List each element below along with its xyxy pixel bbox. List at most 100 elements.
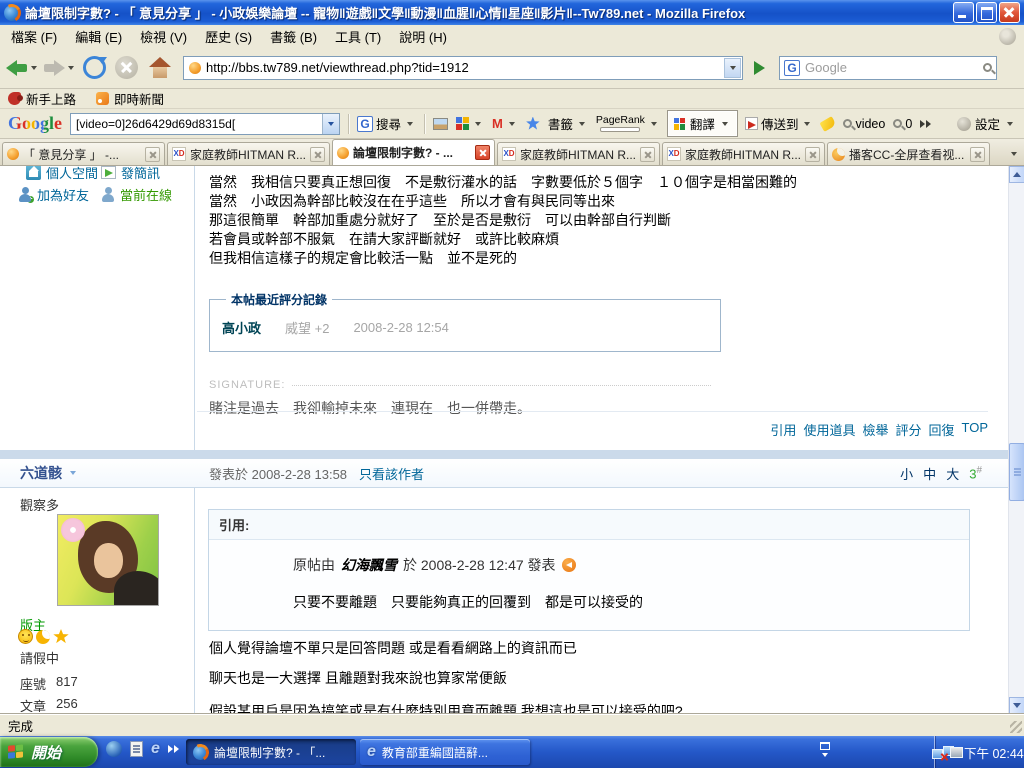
google-query-value[interactable]: [video=0]26d6429d69d8315d[ [71,117,322,131]
translate-button[interactable]: 翻譯 [668,111,737,136]
scroll-down-button[interactable] [1009,697,1024,714]
scroll-up-button[interactable] [1009,166,1024,183]
tab-close-icon[interactable] [805,147,820,162]
forward-button[interactable] [43,60,77,76]
bookmark-latest-news[interactable]: 即時新聞 [96,89,164,108]
back-button[interactable] [6,60,40,76]
gtoolbar-bookmarks-button[interactable]: 書籤 [548,114,588,133]
tab-bar: 「 意見分享 」 -... 家庭教師HITMAN R... 論壇限制字數? - … [0,139,1024,166]
star-icon [53,629,69,644]
back-dropdown-icon[interactable] [31,66,37,70]
goto-quoted-post-icon[interactable] [562,558,576,572]
rating-row: 高小政 威望 +2 2008-2-28 12:54 [222,318,708,337]
avatar[interactable] [57,514,159,606]
only-author-link[interactable]: 只看該作者 [359,464,424,483]
pagerank-label: PageRank [596,115,645,126]
url-text[interactable]: http://bbs.tw789.net/viewthread.php?tid=… [206,60,719,75]
tab-close-icon[interactable] [475,145,490,160]
notebook-button[interactable] [456,117,484,130]
tab-close-icon[interactable] [145,147,160,162]
google-query-combobox[interactable]: [video=0]26d6429d69d8315d[ [70,113,340,135]
start-button[interactable]: 開始 [0,737,98,767]
font-size-medium[interactable]: 中 [923,464,936,483]
quick-launch-document-icon[interactable] [130,741,143,757]
taskbar-toolbar-chevron[interactable] [820,742,830,757]
tab-hitman-3[interactable]: 家庭教師HITMAN R... [662,142,825,165]
report-link[interactable]: 檢舉 [862,420,888,439]
query-dropdown-button[interactable] [322,114,339,134]
taskbar-task-firefox[interactable]: 論壇限制字數? - 「... [186,739,356,765]
font-size-small[interactable]: 小 [900,464,913,483]
post-body-area: 觀察多 版主 請假中 座號 [0,488,1008,714]
send-to-button[interactable]: 傳送到 [745,114,814,133]
firefox-icon [193,745,208,760]
menu-history[interactable]: 歷史 (S) [196,25,261,48]
taskbar-task-ie[interactable]: 教育部重編國語辭... [360,739,530,765]
tab-favicon [502,147,516,161]
bookmark-getting-started[interactable]: 新手上路 [8,89,76,108]
menu-edit[interactable]: 編輯 (E) [66,25,131,48]
link-add-friend[interactable]: + 加為好友 [18,185,89,204]
find-count-button[interactable]: 0 [893,117,912,131]
tab-list-dropdown-button[interactable] [1005,143,1022,165]
maximize-button[interactable] [976,2,997,23]
font-size-large[interactable]: 大 [946,464,959,483]
address-dropdown-button[interactable] [724,58,741,78]
minimize-button[interactable] [953,2,974,23]
scrollbar-thumb[interactable] [1009,443,1024,501]
quick-launch-sphere-icon[interactable] [106,741,122,757]
bookmark-label: 即時新聞 [114,89,164,108]
tab-close-icon[interactable] [310,147,325,162]
find-word-button[interactable]: video [843,117,885,131]
close-button[interactable] [999,2,1020,23]
menu-file[interactable]: 檔案 (F) [2,25,66,48]
gmail-button[interactable] [492,116,518,131]
link-send-message[interactable]: 發簡訊 [101,166,160,182]
quick-launch-overflow-chevron[interactable] [168,745,179,753]
tab-close-icon[interactable] [970,147,985,162]
photos-button[interactable] [433,118,448,130]
tab-opinion-share[interactable]: 「 意見分享 」 -... [2,142,165,165]
home-button[interactable] [148,57,172,79]
stop-button[interactable] [115,56,138,79]
tab-word-limit-active[interactable]: 論壇限制字數? - ... [332,139,495,165]
tab-close-icon[interactable] [640,147,655,162]
menu-help[interactable]: 說明 (H) [390,25,456,48]
dotted-line [292,385,711,386]
menu-tools[interactable]: 工具 (T) [326,25,390,48]
smiley-icon [18,629,33,644]
clock[interactable]: 下午 02:44 [964,743,1024,762]
tab-hitman-1[interactable]: 家庭教師HITMAN R... [167,142,330,165]
reply-link[interactable]: 回復 [928,420,954,439]
tab-boke-cc[interactable]: 播客CC-全屏查看视... [827,142,990,165]
quick-launch-ie-icon[interactable] [151,741,160,757]
highlight-button[interactable] [821,119,835,129]
star-bookmark-button[interactable] [526,117,540,131]
tab-hitman-2[interactable]: 家庭教師HITMAN R... [497,142,660,165]
search-icon[interactable] [983,63,992,72]
search-placeholder[interactable]: Google [805,60,978,75]
menu-bookmarks[interactable]: 書籤 (B) [261,25,326,48]
menu-view[interactable]: 檢視 (V) [131,25,196,48]
vertical-scrollbar[interactable] [1008,166,1024,714]
google-search-button[interactable]: 搜尋 [357,114,416,133]
google-search-box[interactable]: Google [779,56,997,80]
pagerank-button[interactable]: PageRank [596,115,660,133]
use-magic-link[interactable]: 使用道具 [803,420,855,439]
floor-number[interactable]: 3# [969,465,982,481]
reload-button[interactable] [83,56,106,79]
gtoolbar-settings[interactable]: 設定 [957,114,1016,133]
rate-link[interactable]: 評分 [895,420,921,439]
forward-dropdown-icon[interactable] [68,66,74,70]
resize-grip[interactable] [1010,721,1022,733]
go-button[interactable] [748,57,770,79]
rating-user[interactable]: 高小政 [222,318,261,337]
search-button-label: 搜尋 [376,114,401,133]
link-personal-space[interactable]: 個人空間 [26,166,98,182]
quote-link[interactable]: 引用 [770,420,796,439]
username-text: 六道骸 [20,463,62,483]
post-username[interactable]: 六道骸 [0,463,196,483]
top-link[interactable]: TOP [962,420,989,439]
toolbar-overflow-chevron[interactable] [920,120,931,128]
address-bar[interactable]: http://bbs.tw789.net/viewthread.php?tid=… [183,56,743,80]
